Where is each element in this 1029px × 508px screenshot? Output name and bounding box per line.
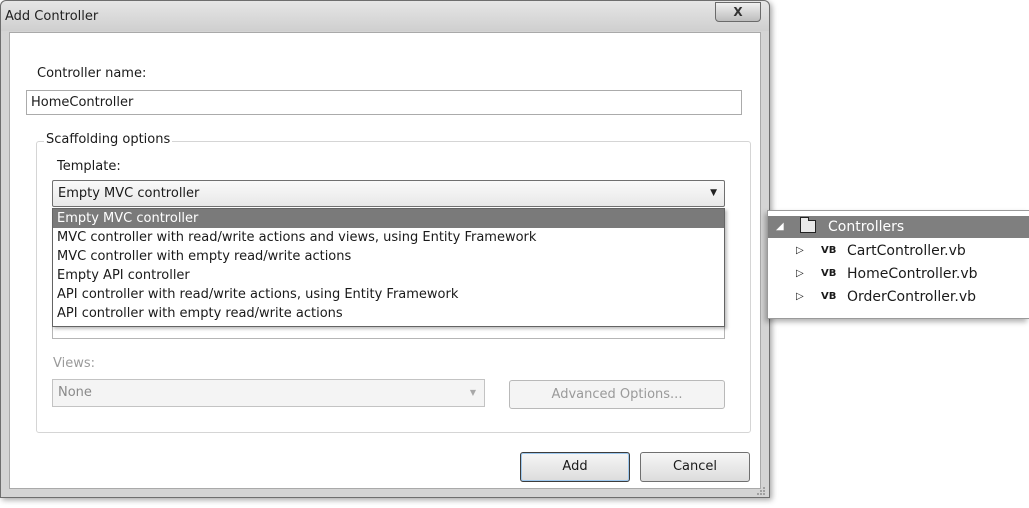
template-option-mvc-empty-rw[interactable]: MVC controller with empty read/write act… [53,247,724,266]
close-icon: X [733,5,743,19]
tree-file-row[interactable]: ▷ VB OrderController.vb [768,286,1029,308]
controller-name-input[interactable] [26,90,742,115]
template-combobox[interactable]: Empty MVC controller ▼ [52,180,725,207]
resize-grip-icon[interactable] [757,487,765,495]
scaffolding-options-legend: Scaffolding options [44,132,173,147]
advanced-options-button[interactable]: Advanced Options... [509,380,725,409]
collapsed-arrow-icon[interactable]: ▷ [796,286,804,308]
solution-explorer-panel: ◢ Controllers ▷ VB CartController.vb ▷ V… [767,210,1029,319]
dialog-titlebar[interactable]: Add Controller X [1,1,769,31]
add-button[interactable]: Add [520,452,630,482]
template-option-empty-api[interactable]: Empty API controller [53,266,724,285]
template-option-api-rw-ef[interactable]: API controller with read/write actions, … [53,285,724,304]
controller-name-label: Controller name: [37,66,147,81]
template-option-api-empty-rw[interactable]: API controller with empty read/write act… [53,304,724,323]
expanded-arrow-icon[interactable]: ◢ [776,216,784,238]
tree-file-row[interactable]: ▷ VB HomeController.vb [768,263,1029,285]
cancel-button[interactable]: Cancel [640,452,750,482]
close-button[interactable]: X [715,2,761,22]
file-name: CartController.vb [847,243,966,259]
collapsed-arrow-icon[interactable]: ▷ [796,263,804,285]
views-selected-value: None [58,385,92,400]
collapsed-arrow-icon[interactable]: ▷ [796,240,804,262]
tree-file-row[interactable]: ▷ VB CartController.vb [768,240,1029,262]
chevron-down-icon[interactable]: ▼ [710,181,717,206]
dialog-title: Add Controller [5,9,99,24]
template-option-mvc-rw-views-ef[interactable]: MVC controller with read/write actions a… [53,228,724,247]
template-selected-value: Empty MVC controller [58,186,200,201]
vb-file-icon: VB [821,291,837,302]
template-label: Template: [57,159,121,174]
template-option-empty-mvc[interactable]: Empty MVC controller [53,209,724,228]
vb-file-icon: VB [821,245,837,256]
template-dropdown-list: Empty MVC controller MVC controller with… [52,208,725,327]
folder-name: Controllers [828,219,905,235]
folder-icon [800,217,816,233]
file-name: HomeController.vb [847,266,978,282]
file-name: OrderController.vb [847,289,976,305]
views-combobox[interactable]: None ▼ [52,379,485,407]
tree-folder-controllers[interactable]: ◢ Controllers [768,216,1029,238]
views-label: Views: [53,356,96,371]
vb-file-icon: VB [821,268,837,279]
chevron-down-icon[interactable]: ▼ [470,380,476,406]
